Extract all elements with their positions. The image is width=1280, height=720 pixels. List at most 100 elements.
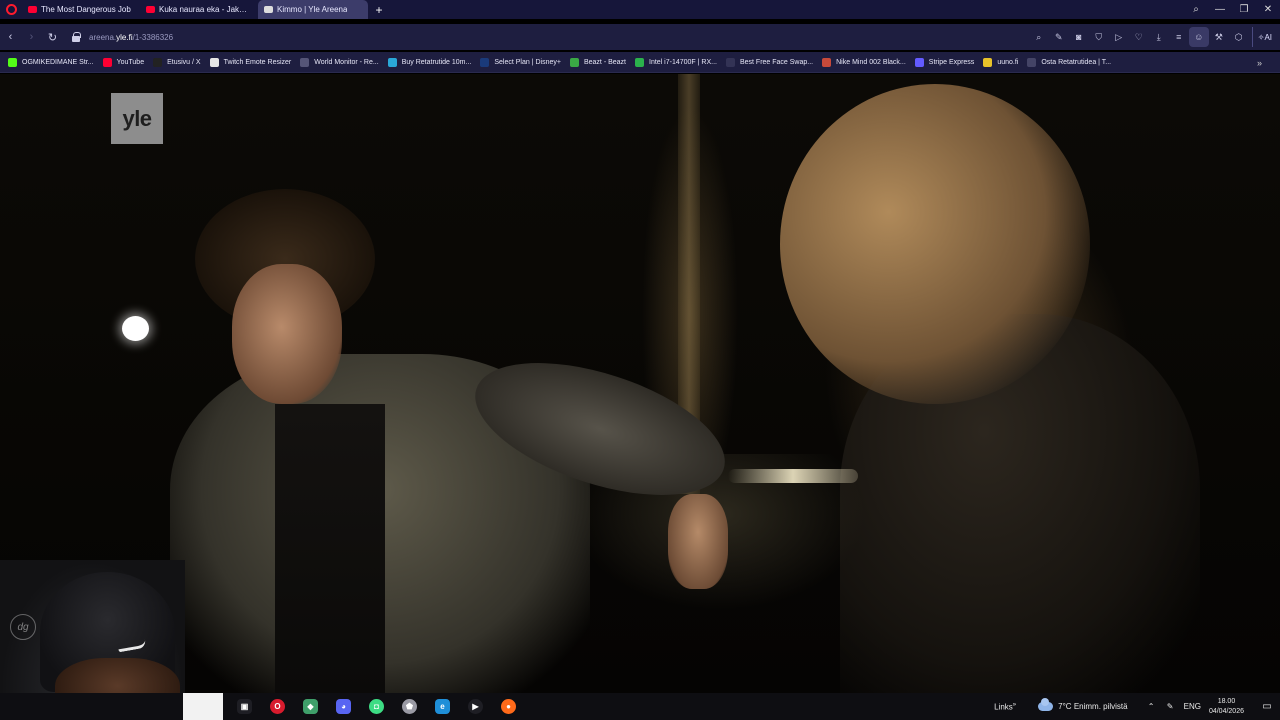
- opera-menu-icon[interactable]: [0, 0, 22, 19]
- camera-icon[interactable]: ◙: [1069, 24, 1089, 50]
- tab-youtube-dangerous-job[interactable]: The Most Dangerous Job: [22, 0, 138, 19]
- player-icon[interactable]: ▷: [1109, 24, 1129, 50]
- bookmark-label: Intel i7-14700F | RX...: [649, 58, 717, 66]
- lock-icon: [71, 32, 81, 42]
- taskbar-app[interactable]: ●: [492, 693, 525, 720]
- bookmark-item[interactable]: Best Free Face Swap...: [725, 57, 813, 67]
- bookmark-item[interactable]: Stripe Express: [914, 57, 975, 67]
- bookmark-label: Nike Mind 002 Black...: [836, 58, 906, 66]
- page-icon: [209, 57, 219, 67]
- sparkle-icon: ✧: [1257, 32, 1265, 42]
- search-box[interactable]: [183, 693, 223, 720]
- url-text: areena.yle.fi/1-3386326: [89, 33, 173, 42]
- clock[interactable]: 18.00 04/04/2026: [1209, 697, 1244, 717]
- bookmark-label: OGMIKEDIMANE Str...: [22, 58, 94, 66]
- chevron-up-icon[interactable]: ⌃: [1142, 702, 1161, 711]
- store-icon: [635, 57, 644, 67]
- bookmark-label: Osta Retatrutidea | T...: [1041, 58, 1112, 66]
- taskbar-app[interactable]: ⬟: [393, 693, 426, 720]
- bookmark-item[interactable]: uuno.fi: [983, 57, 1018, 67]
- shield-app-icon: ⬟: [402, 699, 417, 714]
- edit-icon[interactable]: ✎: [1049, 24, 1069, 50]
- man-face: [232, 264, 342, 404]
- ai-button[interactable]: ✧ AI: [1251, 27, 1277, 47]
- yle-logo: yle: [111, 93, 163, 144]
- bookmark-label: World Monitor - Re...: [314, 58, 379, 66]
- bookmark-item[interactable]: Intel i7-14700F | RX...: [635, 57, 717, 67]
- edge-icon: e: [435, 699, 450, 714]
- bookmark-label: Beazt - Beazt: [583, 58, 626, 66]
- youtube-icon: [146, 6, 155, 13]
- bookmark-item[interactable]: Nike Mind 002 Black...: [822, 57, 906, 67]
- forward-button[interactable]: ›: [21, 24, 42, 50]
- temperature: 7°C: [1058, 702, 1072, 711]
- url-field[interactable]: areena.yle.fi/1-3386326: [71, 32, 173, 42]
- dash-icon: [300, 57, 310, 67]
- bookmark-label: Select Plan | Disney+: [494, 58, 561, 66]
- bookmark-item[interactable]: Select Plan | Disney+: [480, 57, 561, 67]
- profile-icon[interactable]: ☺: [1188, 27, 1209, 47]
- download-icon[interactable]: ⤓: [1149, 24, 1169, 50]
- adblock-icon[interactable]: ⛉: [1089, 24, 1109, 50]
- pen-icon[interactable]: ✎: [1161, 702, 1180, 711]
- taskbar-app[interactable]: ◆: [294, 693, 327, 720]
- bookmark-item[interactable]: Beazt - Beazt: [569, 57, 626, 67]
- address-bar: ‹ › ↻ areena.yle.fi/1-3386326 ⌕ ✎ ◙ ⛉ ▷ …: [0, 24, 1280, 50]
- stripe-icon: [914, 57, 924, 67]
- back-button[interactable]: ‹: [0, 24, 21, 50]
- language-indicator[interactable]: ENG: [1184, 702, 1201, 711]
- webcam-watermark: dg: [10, 614, 36, 640]
- tab-yle-areena[interactable]: Kimmo | Yle Areena: [258, 0, 368, 19]
- bookmark-label: Buy Retatrutide 10m...: [401, 58, 472, 66]
- notification-icon[interactable]: ▭: [1254, 701, 1280, 712]
- menu-icon[interactable]: ≡: [1169, 24, 1189, 50]
- bookmark-label: Stripe Express: [928, 58, 975, 66]
- globe-icon: [387, 57, 397, 67]
- close-button[interactable]: ✕: [1256, 0, 1280, 19]
- colorful-app-icon: ◆: [303, 699, 318, 714]
- uuno-icon: [983, 57, 993, 67]
- bookmarks-bar: OGMIKEDIMANE Str... YouTube Etusivu / X Twi…: [0, 52, 1280, 73]
- bookmark-item[interactable]: Buy Retatrutide 10m...: [387, 57, 472, 67]
- bookmark-item[interactable]: Twitch Emote Resizer: [209, 57, 292, 67]
- taskbar-app[interactable]: e: [426, 693, 459, 720]
- bookmark-item[interactable]: World Monitor - Re...: [300, 57, 379, 67]
- links-toolbar[interactable]: Links»: [994, 702, 1016, 712]
- clock-date: 04/04/2026: [1208, 707, 1244, 715]
- bookmark-label: YouTube: [116, 58, 145, 66]
- taskbar-app[interactable]: ▶: [459, 693, 492, 720]
- bookmark-item[interactable]: OGMIKEDIMANE Str...: [8, 57, 94, 67]
- taskbar-app[interactable]: ▣: [228, 693, 261, 720]
- youtube-icon: [102, 57, 112, 67]
- extension-icon[interactable]: ⚒: [1209, 24, 1229, 50]
- taskbar-app[interactable]: ◕: [327, 693, 360, 720]
- android-app-icon: ◘: [369, 699, 384, 714]
- restore-button[interactable]: ❐: [1232, 0, 1256, 19]
- tab-title: Kimmo | Yle Areena: [277, 5, 348, 14]
- system-tray: Links» 7°C Enimm. pilvistä ⌃ ✎ ENG 18.00…: [994, 693, 1280, 720]
- play-app-icon: ▶: [468, 699, 483, 714]
- new-tab-button[interactable]: +: [370, 0, 388, 19]
- taskbar-app[interactable]: O: [261, 693, 294, 720]
- video-player[interactable]: [0, 74, 1280, 693]
- bookmarks-overflow-icon[interactable]: »: [1257, 52, 1262, 73]
- faceswap-icon: [725, 57, 735, 67]
- street-light: [122, 316, 149, 341]
- reload-button[interactable]: ↻: [42, 24, 63, 50]
- taskbar-app[interactable]: ◘: [360, 693, 393, 720]
- firefox-icon: ●: [501, 699, 516, 714]
- bookmark-label: Twitch Emote Resizer: [223, 58, 292, 66]
- minimize-button[interactable]: —: [1208, 0, 1232, 19]
- zoom-icon[interactable]: ⌕: [1029, 24, 1049, 50]
- browser-window: The Most Dangerous Job Kuka nauraa eka -…: [0, 0, 1280, 720]
- bookmark-item[interactable]: Etusivu / X: [153, 57, 201, 67]
- tab-strip: The Most Dangerous Job Kuka nauraa eka -…: [0, 0, 1280, 19]
- shop-icon: [1027, 57, 1037, 67]
- bookmark-item[interactable]: Osta Retatrutidea | T...: [1027, 57, 1112, 67]
- search-tabs-icon[interactable]: ⌕: [1184, 0, 1208, 19]
- cube-icon[interactable]: ⬡: [1229, 24, 1249, 50]
- bookmark-item[interactable]: YouTube: [102, 57, 145, 67]
- heart-icon[interactable]: ♡: [1129, 24, 1149, 50]
- weather-widget[interactable]: 7°C Enimm. pilvistä: [1038, 698, 1128, 711]
- tab-youtube-kuka-nauraa[interactable]: Kuka nauraa eka - Jakso 2: [140, 0, 256, 19]
